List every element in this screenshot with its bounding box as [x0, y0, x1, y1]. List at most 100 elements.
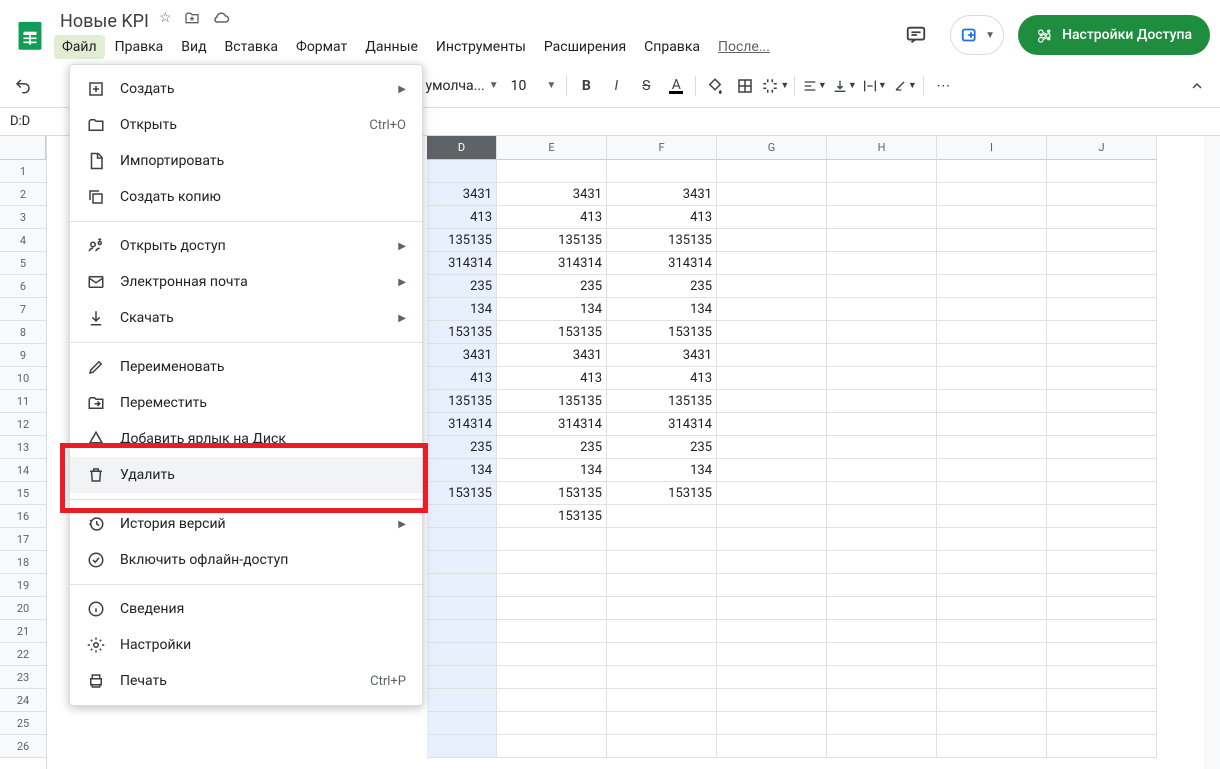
cell[interactable]	[427, 160, 497, 183]
menu-item-history[interactable]: История версий▶	[70, 506, 422, 542]
cell[interactable]: 235	[427, 275, 497, 298]
cell[interactable]: 235	[607, 275, 717, 298]
cell[interactable]	[827, 689, 937, 712]
cell[interactable]: 134	[607, 459, 717, 482]
cell[interactable]: 413	[607, 367, 717, 390]
row-header[interactable]: 24	[0, 689, 46, 712]
cell[interactable]	[937, 344, 1047, 367]
cell[interactable]	[827, 160, 937, 183]
vertical-scrollbar[interactable]	[1204, 136, 1220, 769]
cell[interactable]	[827, 183, 937, 206]
cell[interactable]	[827, 252, 937, 275]
row-header[interactable]: 6	[0, 275, 46, 298]
cell[interactable]	[1047, 436, 1157, 459]
cell[interactable]	[827, 482, 937, 505]
cell[interactable]	[427, 643, 497, 666]
cell[interactable]: 3431	[497, 344, 607, 367]
cell[interactable]	[937, 275, 1047, 298]
cell[interactable]	[497, 666, 607, 689]
cell[interactable]	[427, 712, 497, 735]
cell[interactable]	[1047, 367, 1157, 390]
menu-item-rename[interactable]: Переименовать	[70, 349, 422, 385]
cell[interactable]	[427, 597, 497, 620]
menu-item-new[interactable]: Создать▶	[70, 71, 422, 107]
row-header[interactable]: 16	[0, 505, 46, 528]
cell[interactable]: 3431	[607, 344, 717, 367]
cell[interactable]	[717, 206, 827, 229]
row-header[interactable]: 22	[0, 643, 46, 666]
cell[interactable]	[1047, 390, 1157, 413]
cell[interactable]: 235	[607, 436, 717, 459]
menu-item-offline[interactable]: Включить офлайн-доступ	[70, 542, 422, 578]
cell[interactable]	[427, 735, 497, 758]
cell[interactable]: 413	[497, 367, 607, 390]
menu-после...[interactable]: После...	[710, 35, 778, 59]
cell[interactable]	[497, 643, 607, 666]
cell[interactable]	[607, 505, 717, 528]
cell[interactable]	[1047, 459, 1157, 482]
cell[interactable]	[827, 390, 937, 413]
more-button[interactable]: ⋯	[928, 71, 958, 101]
cell[interactable]: 314314	[607, 413, 717, 436]
cell[interactable]	[937, 620, 1047, 643]
cell[interactable]	[937, 597, 1047, 620]
cell[interactable]	[827, 735, 937, 758]
row-header[interactable]: 20	[0, 597, 46, 620]
cell[interactable]	[717, 574, 827, 597]
cell[interactable]: 3431	[497, 183, 607, 206]
row-header[interactable]: 10	[0, 367, 46, 390]
cell[interactable]: 153135	[607, 321, 717, 344]
bold-button[interactable]: B	[571, 71, 601, 101]
cell[interactable]	[827, 643, 937, 666]
cell[interactable]: 314314	[497, 413, 607, 436]
menu-item-drive[interactable]: Добавить ярлык на Диск	[70, 421, 422, 457]
italic-button[interactable]: I	[601, 71, 631, 101]
cell[interactable]	[827, 275, 937, 298]
menu-item-email[interactable]: Электронная почта▶	[70, 264, 422, 300]
menu-инструменты[interactable]: Инструменты	[428, 35, 534, 59]
cell[interactable]	[937, 252, 1047, 275]
cell[interactable]: 3431	[427, 183, 497, 206]
cell[interactable]	[607, 666, 717, 689]
cell[interactable]	[827, 666, 937, 689]
fill-color-button[interactable]	[700, 71, 730, 101]
merge-button[interactable]: ▼	[760, 71, 790, 101]
row-header[interactable]: 17	[0, 528, 46, 551]
row-header[interactable]: 2	[0, 183, 46, 206]
cell[interactable]	[607, 735, 717, 758]
cell[interactable]	[937, 735, 1047, 758]
cell[interactable]	[427, 528, 497, 551]
cell[interactable]	[937, 689, 1047, 712]
cell[interactable]	[937, 459, 1047, 482]
menu-item-download[interactable]: Скачать▶	[70, 300, 422, 336]
row-header[interactable]: 19	[0, 574, 46, 597]
cell[interactable]: 314314	[497, 252, 607, 275]
cell[interactable]	[497, 689, 607, 712]
cell[interactable]	[1047, 528, 1157, 551]
row-header[interactable]: 5	[0, 252, 46, 275]
sheets-logo[interactable]	[10, 15, 50, 55]
cell[interactable]	[497, 620, 607, 643]
cell[interactable]: 135135	[607, 390, 717, 413]
cell[interactable]	[827, 574, 937, 597]
borders-button[interactable]	[730, 71, 760, 101]
col-header[interactable]: I	[937, 136, 1047, 160]
cell[interactable]	[497, 735, 607, 758]
cell[interactable]	[717, 344, 827, 367]
cell[interactable]	[717, 459, 827, 482]
row-header[interactable]: 1	[0, 160, 46, 183]
cell[interactable]	[827, 620, 937, 643]
rotate-button[interactable]: ▼	[889, 71, 919, 101]
menu-формат[interactable]: Формат	[288, 35, 355, 59]
cell[interactable]	[827, 505, 937, 528]
row-header[interactable]: 15	[0, 482, 46, 505]
row-header[interactable]: 9	[0, 344, 46, 367]
cell[interactable]	[1047, 597, 1157, 620]
collapse-toolbar-button[interactable]	[1182, 71, 1212, 101]
cell[interactable]	[1047, 689, 1157, 712]
cell[interactable]	[937, 206, 1047, 229]
cell[interactable]: 413	[607, 206, 717, 229]
menu-файл[interactable]: Файл	[54, 35, 105, 59]
cell[interactable]	[827, 436, 937, 459]
col-header[interactable]: E	[497, 136, 607, 160]
